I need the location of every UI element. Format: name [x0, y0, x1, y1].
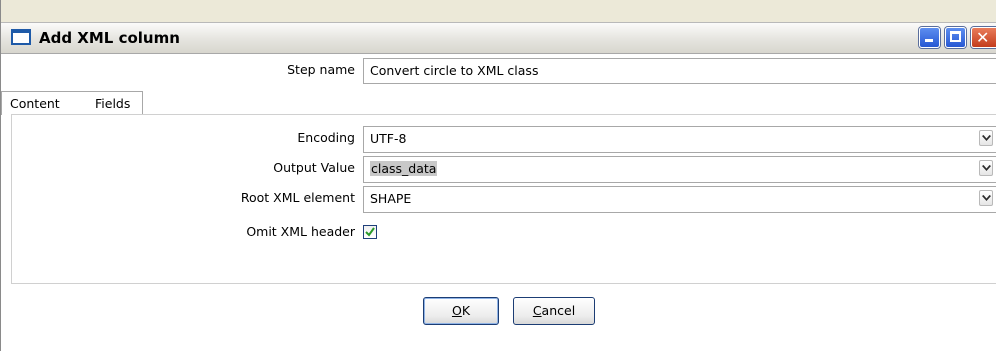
window-icon: [11, 29, 31, 45]
cancel-mnemonic: C: [532, 303, 542, 318]
output-value-label: Output Value: [273, 160, 355, 175]
window-title: Add XML column: [39, 29, 180, 47]
root-element-dropdown-button[interactable]: [979, 190, 993, 206]
output-value-value: class_data: [370, 161, 438, 176]
cancel-label-rest: ancel: [541, 303, 576, 318]
root-element-select[interactable]: SHAPE: [363, 186, 996, 213]
encoding-label: Encoding: [297, 130, 355, 145]
omit-header-label: Omit XML header: [246, 224, 355, 239]
dropdown-arrow-icon: [982, 165, 991, 171]
ok-label-rest: K: [461, 303, 471, 318]
dropdown-arrow-icon: [982, 135, 991, 141]
step-name-label: Step name: [287, 62, 355, 77]
dialog-client-area: Step name Convert circle to XML class Co…: [1, 54, 996, 351]
step-name-input[interactable]: Convert circle to XML class: [363, 58, 996, 84]
checkmark-icon: [365, 227, 375, 237]
close-button[interactable]: ✕: [971, 27, 996, 48]
dropdown-arrow-icon: [982, 195, 991, 201]
title-bar[interactable]: Add XML column ✕: [1, 22, 996, 54]
output-value-select[interactable]: class_data: [363, 156, 996, 183]
encoding-dropdown-button[interactable]: [979, 130, 993, 146]
dialog-window: Add XML column ✕ Step name Convert circl…: [0, 0, 996, 351]
ok-button[interactable]: OK: [423, 297, 499, 325]
tab-content[interactable]: Content: [1, 91, 99, 116]
tab-strip: Content Fields: [1, 91, 996, 116]
encoding-value: UTF-8: [370, 131, 407, 146]
tab-content-label: Content: [10, 96, 60, 111]
omit-header-checkbox[interactable]: [363, 225, 377, 239]
maximize-icon: [950, 31, 961, 42]
tab-fields-label: Fields: [95, 96, 131, 111]
root-element-value: SHAPE: [370, 191, 412, 206]
ok-mnemonic: O: [451, 303, 462, 318]
minimize-button[interactable]: [919, 27, 940, 48]
tab-fields[interactable]: Fields: [87, 91, 143, 115]
minimize-icon: [925, 39, 933, 42]
root-element-label: Root XML element: [240, 190, 355, 205]
step-name-value: Convert circle to XML class: [370, 63, 539, 78]
encoding-select[interactable]: UTF-8: [363, 126, 996, 153]
close-icon: ✕: [976, 28, 990, 47]
output-value-dropdown-button[interactable]: [979, 160, 993, 176]
maximize-button[interactable]: [945, 27, 966, 48]
cancel-button[interactable]: Cancel: [513, 297, 595, 325]
